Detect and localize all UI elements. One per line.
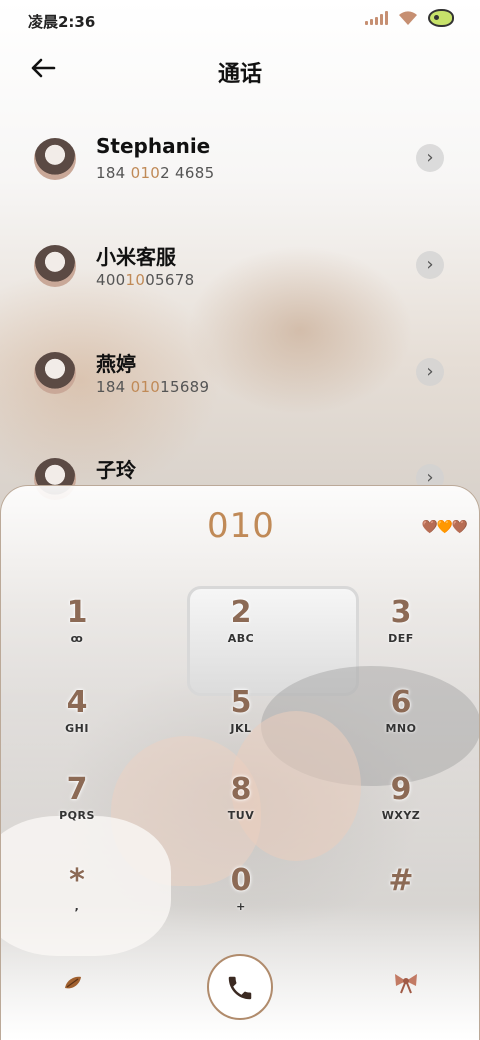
key-letters: GHI	[65, 722, 89, 735]
key-letters: +	[236, 900, 246, 913]
dialpad-key-2[interactable]: 2 ABC	[191, 596, 291, 676]
contact-name: 子玲	[96, 458, 136, 482]
contact-name: Stephanie	[96, 134, 211, 158]
key-letters: WXYZ	[381, 809, 421, 822]
voicemail-icon: ꝏ	[70, 632, 84, 645]
contact-name: 燕婷	[96, 352, 136, 376]
key-letters: PQRS	[59, 809, 95, 822]
contact-number: 184 0102 4685	[96, 164, 215, 182]
key-letters: DEF	[388, 632, 414, 645]
signal-icon	[365, 11, 388, 25]
dialpad-key-0[interactable]: 0 +	[191, 864, 291, 944]
dialpad-key-4[interactable]: 4 GHI	[27, 686, 127, 766]
contact-row[interactable]: Stephanie 184 0102 4685 ›	[0, 130, 480, 210]
avatar	[34, 245, 76, 287]
key-letters: ,	[74, 900, 80, 913]
chevron-right-icon[interactable]: ›	[416, 144, 444, 172]
leaf-icon	[65, 976, 81, 989]
key-digit: 6	[390, 685, 412, 720]
dialpad-key-7[interactable]: 7 PQRS	[27, 773, 127, 853]
dialpad-key-9[interactable]: 9 WXYZ	[351, 773, 451, 853]
hearts-icon: 🤎🧡🤎	[421, 520, 468, 535]
phone-icon	[228, 976, 252, 999]
key-digit: #	[388, 863, 414, 898]
call-button[interactable]	[207, 954, 273, 1020]
key-digit: 5	[230, 685, 252, 720]
key-digit: 8	[230, 772, 252, 807]
top-bar: 通话	[0, 48, 480, 92]
contact-number: 184 01015689	[96, 378, 210, 396]
dialpad-key-6[interactable]: 6 MNO	[351, 686, 451, 766]
contact-row[interactable]: 小米客服 4001005678 ›	[0, 237, 480, 317]
battery-icon	[428, 9, 454, 27]
key-digit: 3	[390, 595, 412, 630]
dialpad-key-hash[interactable]: #	[351, 864, 451, 944]
contact-number: 4001005678	[96, 271, 195, 289]
key-digit: 7	[66, 772, 88, 807]
key-letters: ABC	[227, 632, 255, 645]
dialpad-key-3[interactable]: 3 DEF	[351, 596, 451, 676]
key-digit: *	[69, 863, 85, 898]
wifi-icon	[399, 10, 417, 25]
dialpad-key-1[interactable]: 1 ꝏ	[27, 596, 127, 676]
key-letters: TUV	[227, 809, 255, 822]
contact-row[interactable]: 燕婷 184 01015689 ›	[0, 344, 480, 424]
dialpad-panel: 010 🤎🧡🤎 1 ꝏ 2 ABC 3 DEF 4 GHI 5 JKL 6 MN…	[0, 485, 480, 1040]
dialpad-key-star[interactable]: * ,	[27, 864, 127, 944]
chevron-right-icon[interactable]: ›	[416, 358, 444, 386]
key-digit: 9	[390, 772, 412, 807]
key-letters: MNO	[385, 722, 417, 735]
dialpad-key-8[interactable]: 8 TUV	[191, 773, 291, 853]
avatar	[34, 352, 76, 394]
key-letters: JKL	[230, 722, 252, 735]
key-digit: 4	[66, 685, 88, 720]
key-digit: 0	[230, 863, 252, 898]
status-time: 凌晨2:36	[28, 13, 96, 31]
page-title: 通话	[217, 62, 262, 87]
key-digit: 2	[230, 595, 252, 630]
leaf-icon[interactable]	[63, 974, 83, 997]
bow-icon[interactable]	[393, 972, 419, 999]
dialpad-key-5[interactable]: 5 JKL	[191, 686, 291, 766]
avatar	[34, 138, 76, 180]
dialed-number: 010	[207, 506, 275, 546]
status-bar: 凌晨2:36	[0, 0, 480, 40]
bow-icon	[395, 974, 417, 994]
key-digit: 1	[66, 595, 88, 630]
contact-name: 小米客服	[96, 245, 176, 269]
chevron-right-icon[interactable]: ›	[416, 251, 444, 279]
